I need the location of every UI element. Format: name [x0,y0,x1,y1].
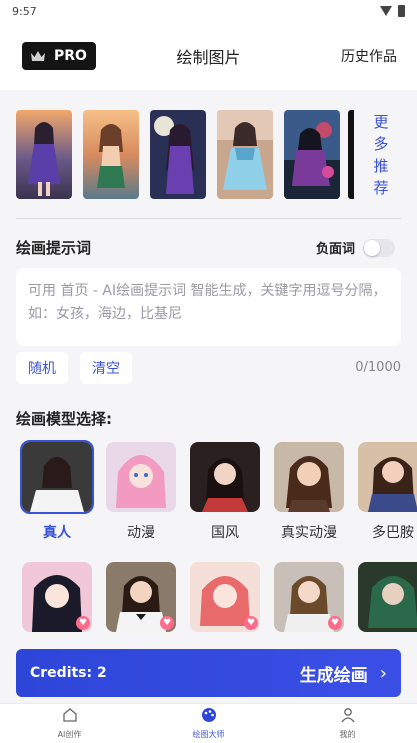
battery-icon [398,5,405,17]
model-thumbnail [356,440,417,514]
negative-prompt-label: 负面词 [315,242,355,257]
model-option-anime[interactable]: 动漫 [104,440,178,542]
negative-prompt-control: 负面词 [316,238,395,257]
tab-label: AI创作 [57,730,82,739]
model-option[interactable]: ♥ [188,560,262,634]
more-recommendations-label: 更 多 推 荐 [373,112,389,197]
tab-ai-create[interactable]: AI创作 [0,704,139,743]
credits-label: Credits: 2 [30,665,107,681]
sample-image[interactable] [217,110,273,199]
generate-label: 生成绘画 [299,665,368,686]
model-option[interactable]: ♥ [20,560,94,634]
negative-prompt-toggle[interactable] [363,238,395,257]
model-row: ♥ ♥ ♥ ♥ [20,560,417,634]
toggle-knob [364,239,380,256]
bottom-tab-bar: AI创作 绘图大师 我的 [0,703,417,743]
model-option[interactable] [356,560,417,634]
generate-button[interactable]: Credits: 2 生成绘画 › [16,649,401,697]
model-name: 真实动漫 [281,525,337,541]
model-thumbnail [104,440,178,514]
sample-image[interactable] [83,110,139,199]
status-time: 9:57 [12,4,37,18]
home-icon [62,707,78,727]
model-list: 真人 动漫 国风 真实动漫 多巴胺 ♥ ♥ ♥ ♥ [20,440,417,634]
model-thumbnail [356,560,417,634]
model-option-dopamine[interactable]: 多巴胺 [356,440,417,542]
tab-mine[interactable]: 我的 [278,704,417,743]
model-option-chinese-style[interactable]: 国风 [188,440,262,542]
heart-icon: ♥ [160,616,174,630]
model-thumbnail [272,440,346,514]
crown-icon [30,50,46,62]
wifi-icon [380,6,392,16]
model-name: 真人 [43,525,71,541]
model-thumbnail: ♥ [188,560,262,634]
app-header: PRO 绘制图片 历史作品 [0,22,417,90]
history-works-button[interactable]: 历史作品 [341,46,397,66]
heart-icon: ♥ [76,616,90,630]
model-thumbnail: ♥ [20,560,94,634]
prompt-input[interactable]: 可用 首页 - AI绘画提示词 智能生成，关键字用逗号分隔，如：女孩，海边，比基… [16,268,401,346]
heart-icon: ♥ [244,616,258,630]
model-thumbnail: ♥ [272,560,346,634]
palette-icon [201,707,217,727]
status-bar: 9:57 [0,0,417,22]
model-option-realistic[interactable]: 真人 [20,440,94,542]
more-recommendations-button[interactable]: 更 多 推 荐 [348,110,408,199]
tab-label: 绘图大师 [192,730,225,739]
model-option[interactable]: ♥ [272,560,346,634]
prompt-section-title: 绘画提示词 [16,239,92,257]
clear-button[interactable]: 清空 [80,352,132,384]
character-counter: 0/1000 [355,360,401,375]
person-icon [340,707,356,727]
model-name: 多巴胺 [372,525,414,541]
model-thumbnail: ♥ [104,560,178,634]
status-icons [380,5,405,17]
tab-drawing-master[interactable]: 绘图大师 [139,704,278,743]
sample-image[interactable] [150,110,206,199]
sample-gallery [16,110,340,199]
pro-button[interactable]: PRO [22,42,96,70]
main-content: 更 多 推 荐 绘画提示词 负面词 可用 首页 - AI绘画提示词 智能生成，关… [0,90,417,642]
model-option-realistic-anime[interactable]: 真实动漫 [272,440,346,542]
chevron-right-icon: › [379,662,387,684]
model-name: 动漫 [127,525,155,541]
model-row: 真人 动漫 国风 真实动漫 多巴胺 [20,440,417,542]
model-option[interactable]: ♥ [104,560,178,634]
model-section-title: 绘画模型选择: [16,410,112,428]
tab-label: 我的 [339,730,356,739]
sample-image[interactable] [284,110,340,199]
model-thumbnail [188,440,262,514]
heart-icon: ♥ [328,616,342,630]
divider [16,218,401,219]
model-name: 国风 [211,525,239,541]
model-thumbnail [20,440,94,514]
sample-image[interactable] [16,110,72,199]
pro-label: PRO [54,48,87,64]
random-button[interactable]: 随机 [16,352,68,384]
